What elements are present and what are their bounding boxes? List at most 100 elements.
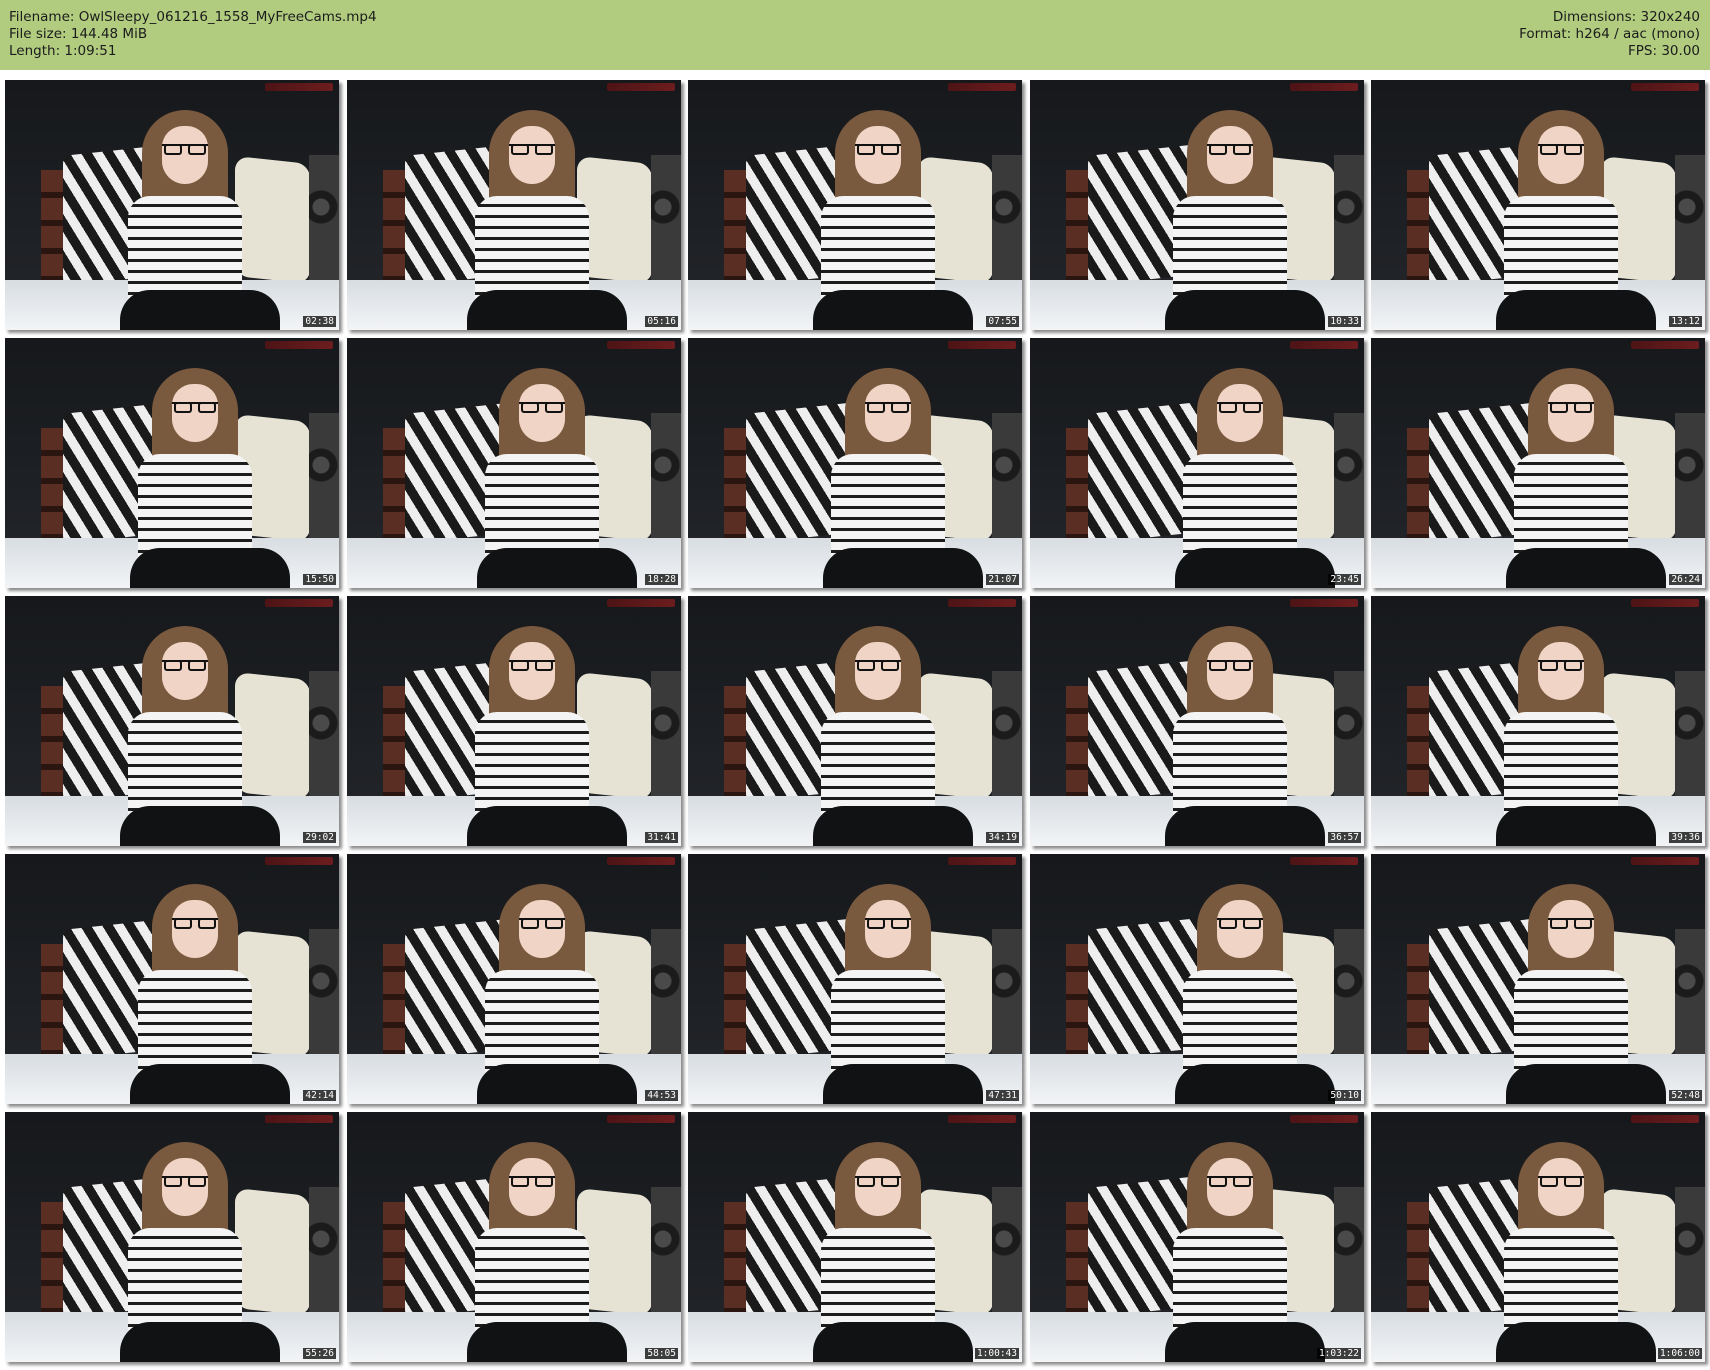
black-pants bbox=[823, 1064, 983, 1104]
site-watermark bbox=[1290, 857, 1358, 865]
video-thumbnail[interactable]: 15:50 bbox=[5, 338, 339, 588]
glasses bbox=[172, 402, 218, 416]
glasses bbox=[172, 918, 218, 932]
glasses bbox=[855, 1176, 901, 1190]
thumbnail-frame-image bbox=[347, 1112, 681, 1362]
person-figure bbox=[1175, 368, 1335, 588]
thumbnail-frame-image bbox=[1371, 1112, 1705, 1362]
glasses bbox=[1538, 144, 1584, 158]
thumbnail-frame-image bbox=[688, 80, 1022, 330]
person-figure bbox=[813, 1142, 973, 1362]
thumbnail-frame-image bbox=[5, 1112, 339, 1362]
person-figure bbox=[120, 626, 280, 846]
glasses bbox=[865, 918, 911, 932]
thumbnail-frame-image bbox=[1030, 80, 1364, 330]
video-thumbnail[interactable]: 58:05 bbox=[347, 1112, 681, 1362]
patterned-pillow bbox=[1675, 1187, 1705, 1317]
glasses bbox=[1538, 1176, 1584, 1190]
video-thumbnail[interactable]: 1:00:43 bbox=[688, 1112, 1022, 1362]
site-watermark bbox=[607, 599, 675, 607]
video-thumbnail[interactable]: 13:12 bbox=[1371, 80, 1705, 330]
person-figure bbox=[120, 110, 280, 330]
video-thumbnail[interactable]: 23:45 bbox=[1030, 338, 1364, 588]
black-pants bbox=[1506, 1064, 1666, 1104]
video-thumbnail[interactable]: 55:26 bbox=[5, 1112, 339, 1362]
glasses bbox=[509, 144, 555, 158]
video-thumbnail[interactable]: 52:48 bbox=[1371, 854, 1705, 1104]
video-thumbnail[interactable]: 10:33 bbox=[1030, 80, 1364, 330]
black-pants bbox=[467, 806, 627, 846]
patterned-pillow bbox=[309, 929, 339, 1059]
timestamp-label: 42:14 bbox=[303, 1090, 336, 1101]
video-thumbnail[interactable]: 50:10 bbox=[1030, 854, 1364, 1104]
person-figure bbox=[1496, 626, 1656, 846]
video-thumbnail[interactable]: 07:55 bbox=[688, 80, 1022, 330]
black-pants bbox=[120, 1322, 280, 1362]
glasses bbox=[855, 660, 901, 674]
info-header: Filename: OwlSleepy_061216_1558_MyFreeCa… bbox=[0, 0, 1710, 70]
glasses bbox=[1217, 918, 1263, 932]
glasses bbox=[162, 1176, 208, 1190]
video-thumbnail[interactable]: 02:38 bbox=[5, 80, 339, 330]
video-thumbnail[interactable]: 34:19 bbox=[688, 596, 1022, 846]
thumbnail-frame-image bbox=[1371, 80, 1705, 330]
patterned-pillow bbox=[1334, 155, 1364, 285]
video-thumbnail[interactable]: 1:06:00 bbox=[1371, 1112, 1705, 1362]
glasses bbox=[855, 144, 901, 158]
site-watermark bbox=[948, 83, 1016, 91]
video-thumbnail[interactable]: 31:41 bbox=[347, 596, 681, 846]
format-text: Format: h264 / aac (mono) bbox=[1519, 26, 1700, 42]
site-watermark bbox=[948, 857, 1016, 865]
timestamp-label: 05:16 bbox=[645, 316, 678, 327]
glasses bbox=[162, 144, 208, 158]
length-text: Length: 1:09:51 bbox=[9, 43, 117, 59]
patterned-pillow bbox=[1675, 671, 1705, 801]
glasses bbox=[509, 660, 555, 674]
glasses bbox=[519, 918, 565, 932]
glasses bbox=[1538, 660, 1584, 674]
site-watermark bbox=[1290, 83, 1358, 91]
thumbnail-frame-image bbox=[347, 854, 681, 1104]
site-watermark bbox=[265, 83, 333, 91]
video-thumbnail[interactable]: 18:28 bbox=[347, 338, 681, 588]
thumbnail-frame-image bbox=[688, 1112, 1022, 1362]
thumbnail-frame-image bbox=[347, 596, 681, 846]
patterned-pillow bbox=[309, 671, 339, 801]
thumbnail-frame-image bbox=[1371, 854, 1705, 1104]
timestamp-label: 47:31 bbox=[986, 1090, 1019, 1101]
black-pants bbox=[477, 1064, 637, 1104]
timestamp-label: 1:00:43 bbox=[974, 1348, 1019, 1359]
video-thumbnail[interactable]: 36:57 bbox=[1030, 596, 1364, 846]
timestamp-label: 36:57 bbox=[1328, 832, 1361, 843]
site-watermark bbox=[948, 341, 1016, 349]
person-figure bbox=[467, 1142, 627, 1362]
black-pants bbox=[1165, 290, 1325, 330]
video-thumbnail[interactable]: 26:24 bbox=[1371, 338, 1705, 588]
video-thumbnail[interactable]: 05:16 bbox=[347, 80, 681, 330]
thumbnail-frame-image bbox=[688, 338, 1022, 588]
black-pants bbox=[1165, 806, 1325, 846]
file-info: Filename: OwlSleepy_061216_1558_MyFreeCa… bbox=[9, 9, 377, 60]
video-thumbnail[interactable]: 47:31 bbox=[688, 854, 1022, 1104]
thumbnail-frame-image bbox=[1030, 596, 1364, 846]
timestamp-label: 58:05 bbox=[645, 1348, 678, 1359]
person-figure bbox=[130, 368, 290, 588]
thumbnail-frame-image bbox=[347, 80, 681, 330]
black-pants bbox=[823, 548, 983, 588]
video-thumbnail[interactable]: 42:14 bbox=[5, 854, 339, 1104]
glasses bbox=[865, 402, 911, 416]
video-thumbnail[interactable]: 29:02 bbox=[5, 596, 339, 846]
thumbnail-frame-image bbox=[1030, 338, 1364, 588]
video-thumbnail[interactable]: 39:36 bbox=[1371, 596, 1705, 846]
glasses bbox=[1207, 660, 1253, 674]
video-thumbnail[interactable]: 44:53 bbox=[347, 854, 681, 1104]
person-figure bbox=[1496, 1142, 1656, 1362]
video-thumbnail[interactable]: 1:03:22 bbox=[1030, 1112, 1364, 1362]
patterned-pillow bbox=[309, 413, 339, 543]
person-figure bbox=[1165, 110, 1325, 330]
video-thumbnail[interactable]: 21:07 bbox=[688, 338, 1022, 588]
timestamp-label: 31:41 bbox=[645, 832, 678, 843]
person-figure bbox=[823, 368, 983, 588]
site-watermark bbox=[1290, 1115, 1358, 1123]
site-watermark bbox=[607, 341, 675, 349]
